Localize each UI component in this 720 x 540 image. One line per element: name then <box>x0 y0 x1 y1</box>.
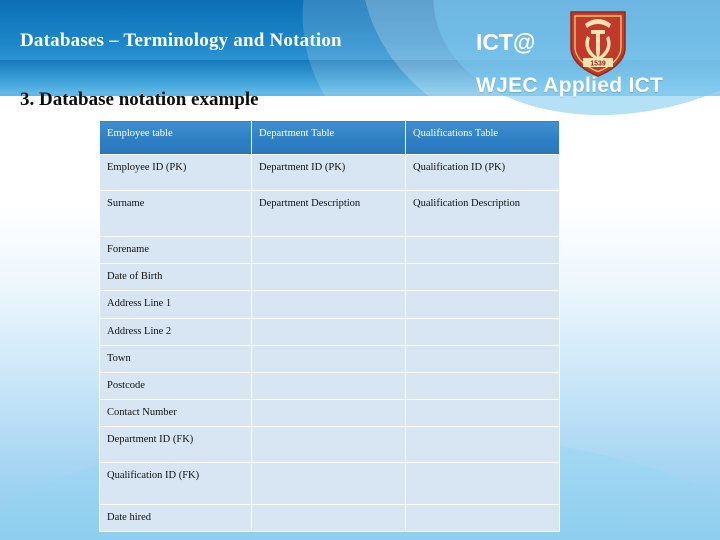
brand-ict-label: ICT@ <box>476 29 536 55</box>
database-notation-table: Employee table Department Table Qualific… <box>99 120 560 533</box>
cell-empty <box>251 344 406 373</box>
cell-department-id-fk: Department ID (FK) <box>99 426 252 464</box>
crest-year-label: 1539 <box>590 61 606 68</box>
slide: Databases – Terminology and Notation 3. … <box>0 0 720 540</box>
cell-empty <box>405 290 560 319</box>
table-row: Surname Department Description Qualifica… <box>99 190 560 237</box>
cell-address-line-1: Address Line 1 <box>99 290 252 319</box>
table-row: Date hired <box>99 504 560 533</box>
cell-empty <box>251 371 406 401</box>
cell-forename: Forename <box>99 235 252 265</box>
table-row: Address Line 1 <box>99 290 560 319</box>
cell-empty <box>405 263 560 292</box>
table-row: Date of Birth <box>99 263 560 292</box>
table-row: Address Line 2 <box>99 317 560 346</box>
cell-surname: Surname <box>99 190 252 237</box>
cell-empty <box>251 504 406 533</box>
table-row: Department ID (FK) <box>99 426 560 464</box>
cell-date-hired: Date hired <box>99 504 252 533</box>
cell-town: Town <box>99 344 252 373</box>
cell-empty <box>405 399 560 428</box>
cell-qualification-description: Qualification Description <box>405 190 560 237</box>
cell-address-line-2: Address Line 2 <box>99 317 252 346</box>
cell-empty <box>251 263 406 292</box>
cell-qualification-id: Qualification ID (PK) <box>405 154 560 191</box>
cell-department-id: Department ID (PK) <box>251 154 406 191</box>
cell-department-description: Department Description <box>251 190 406 237</box>
table-header-cell-qualifications: Qualifications Table <box>405 120 560 155</box>
cell-empty <box>251 290 406 319</box>
table-row: Town <box>99 344 560 373</box>
slide-subtitle: 3. Database notation example <box>20 89 259 110</box>
cell-empty <box>251 399 406 428</box>
table-row: Qualification ID (FK) <box>99 462 560 506</box>
table-row: Employee ID (PK) Department ID (PK) Qual… <box>99 154 560 191</box>
cell-empty <box>251 235 406 265</box>
cell-empty <box>405 462 560 506</box>
cell-postcode: Postcode <box>99 371 252 401</box>
cell-empty <box>405 504 560 533</box>
cell-empty <box>251 317 406 346</box>
cell-empty <box>405 426 560 464</box>
cell-empty <box>251 462 406 506</box>
cell-empty <box>251 426 406 464</box>
wjec-crest-icon: 1539 <box>570 11 626 77</box>
table-row: Postcode <box>99 371 560 401</box>
table-header-row: Employee table Department Table Qualific… <box>99 120 560 155</box>
cell-employee-id: Employee ID (PK) <box>99 154 252 191</box>
cell-qualification-id-fk: Qualification ID (FK) <box>99 462 252 506</box>
cell-date-of-birth: Date of Birth <box>99 263 252 292</box>
cell-empty <box>405 235 560 265</box>
cell-contact-number: Contact Number <box>99 399 252 428</box>
cell-empty <box>405 317 560 346</box>
table-header-cell-employee: Employee table <box>99 120 252 155</box>
table-row: Forename <box>99 235 560 265</box>
page-title: Databases – Terminology and Notation <box>20 30 342 51</box>
cell-empty <box>405 371 560 401</box>
cell-empty <box>405 344 560 373</box>
table-header-cell-department: Department Table <box>251 120 406 155</box>
table-row: Contact Number <box>99 399 560 428</box>
